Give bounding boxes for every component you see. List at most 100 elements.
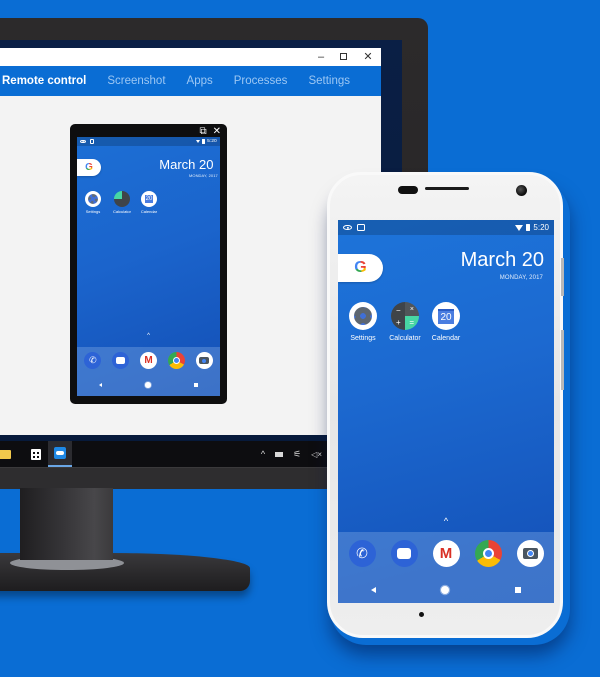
battery-icon — [202, 139, 205, 145]
gmail-icon: M — [439, 545, 453, 562]
app-drawer-chevron[interactable]: ^ — [77, 333, 220, 339]
calendar-icon: 20 — [432, 302, 460, 330]
gmail-icon: M — [144, 355, 153, 366]
wifi-icon — [514, 224, 523, 231]
settings-icon — [85, 191, 101, 207]
close-mirror-icon[interactable]: ✕ — [213, 126, 221, 137]
chrome-icon — [482, 548, 494, 559]
app-calendar[interactable]: 20 Calendar — [427, 302, 465, 342]
dock-messages[interactable] — [390, 540, 418, 567]
tab-settings[interactable]: Settings — [308, 75, 350, 87]
volume-muted-tray-icon[interactable]: ◁× — [311, 450, 322, 459]
dock-camera[interactable] — [516, 540, 544, 567]
date-weekday-year: MONDAY, 2017 — [499, 275, 543, 281]
calculator-icon: − × + = — [391, 302, 419, 330]
calculator-icon — [114, 191, 130, 207]
network-tray-icon[interactable]: ⚟ — [293, 449, 301, 460]
dock-messages[interactable] — [112, 352, 130, 369]
dock-chrome[interactable] — [167, 352, 185, 369]
wifi-icon — [196, 140, 201, 144]
eye-icon — [343, 224, 352, 231]
calendar-icon: 20 — [141, 191, 157, 207]
mirrored-device-view[interactable]: ⧉ ✕ 5:20 G March 20 MONDAY, 2017 Setting… — [70, 124, 227, 404]
monitor-chin — [0, 467, 328, 489]
dock: ✆ M — [338, 532, 554, 603]
app-tab-bar: Remote control Screenshot Apps Processes… — [0, 66, 381, 96]
volume-button[interactable] — [561, 330, 564, 390]
popout-icon[interactable]: ⧉ — [199, 126, 206, 137]
back-button[interactable] — [98, 383, 102, 387]
mirrored-android-screen[interactable]: 5:20 G March 20 MONDAY, 2017 Settings Ca… — [77, 137, 220, 396]
home-button[interactable] — [145, 382, 151, 388]
dock: ✆ M — [77, 347, 220, 396]
recents-button[interactable] — [194, 382, 199, 388]
taskbar-teamviewer[interactable] — [48, 441, 72, 467]
system-tray: ^ ⚟ ◁× — [261, 441, 322, 467]
android-home-screen[interactable]: 5:20 G March 20 MONDAY, 2017 Settings − … — [338, 220, 554, 603]
store-icon — [31, 448, 41, 460]
google-g-icon: G — [85, 162, 93, 173]
maximize-button[interactable] — [333, 49, 353, 65]
date-day[interactable]: March 20 — [461, 249, 544, 272]
battery-tray-icon[interactable] — [275, 451, 284, 457]
taskbar-file-explorer[interactable] — [0, 441, 24, 467]
phone-icon: ✆ — [89, 355, 97, 365]
teamviewer-notification-icon — [89, 139, 95, 145]
maximize-icon — [339, 53, 347, 60]
monitor-stand-neck — [20, 488, 113, 560]
nav-bar — [338, 580, 554, 600]
google-g-icon: G — [354, 259, 367, 276]
home-button[interactable] — [440, 585, 450, 595]
tab-processes[interactable]: Processes — [234, 75, 288, 87]
chrome-icon — [172, 357, 180, 364]
date-day[interactable]: March 20 — [159, 157, 213, 172]
app-drawer-chevron[interactable]: ^ — [338, 516, 554, 526]
messages-icon — [397, 548, 411, 559]
app-calculator[interactable]: Calculator — [110, 191, 134, 214]
app-calculator[interactable]: − × + = Calculator — [384, 302, 426, 342]
teamviewer-icon — [54, 447, 66, 459]
status-bar: 5:20 — [338, 220, 554, 235]
dock-gmail[interactable]: M — [432, 540, 460, 567]
tab-remote-control[interactable]: Remote control — [2, 75, 86, 87]
app-calendar[interactable]: 20 Calendar — [139, 191, 159, 214]
teamviewer-notification-icon — [357, 223, 365, 232]
windows-taskbar: ^ ⚟ ◁× — [0, 441, 330, 467]
app-settings[interactable]: Settings — [344, 302, 382, 342]
phone-icon: ✆ — [356, 545, 368, 561]
dock-camera[interactable] — [195, 352, 213, 369]
speaker-grille — [425, 187, 469, 190]
close-window-button[interactable]: ✕ — [358, 49, 378, 65]
battery-icon — [526, 223, 530, 232]
settings-icon — [349, 302, 377, 330]
mirror-toolbar: ⧉ ✕ — [199, 126, 221, 137]
recents-button[interactable] — [514, 586, 522, 594]
eye-icon — [80, 139, 87, 144]
status-time: 5:20 — [207, 139, 217, 145]
tab-screenshot[interactable]: Screenshot — [107, 75, 165, 87]
messages-icon — [116, 357, 126, 364]
power-button[interactable] — [561, 258, 564, 296]
status-bar: 5:20 — [77, 137, 220, 147]
camera-icon — [522, 548, 538, 559]
front-camera — [516, 185, 527, 196]
dock-chrome[interactable] — [474, 540, 502, 567]
dock-phone[interactable]: ✆ — [84, 352, 102, 369]
date-weekday-year: MONDAY, 2017 — [188, 173, 218, 178]
tab-apps[interactable]: Apps — [187, 75, 213, 87]
microphone-hole — [419, 612, 424, 617]
taskbar-store[interactable] — [24, 441, 48, 467]
minimize-button[interactable]: – — [311, 49, 331, 65]
camera-icon — [199, 357, 210, 364]
tray-chevron-up-icon[interactable]: ^ — [261, 449, 265, 459]
window-titlebar: – ✕ — [0, 48, 381, 66]
google-search-widget[interactable]: G — [338, 254, 383, 282]
earpiece-sensor — [398, 186, 418, 194]
dock-phone[interactable]: ✆ — [348, 540, 376, 567]
back-button[interactable] — [370, 587, 376, 593]
dock-gmail[interactable]: M — [140, 352, 157, 369]
google-search-widget[interactable]: G — [77, 159, 101, 176]
app-settings[interactable]: Settings — [83, 191, 103, 214]
nav-bar — [77, 378, 220, 392]
file-explorer-icon — [0, 449, 11, 459]
